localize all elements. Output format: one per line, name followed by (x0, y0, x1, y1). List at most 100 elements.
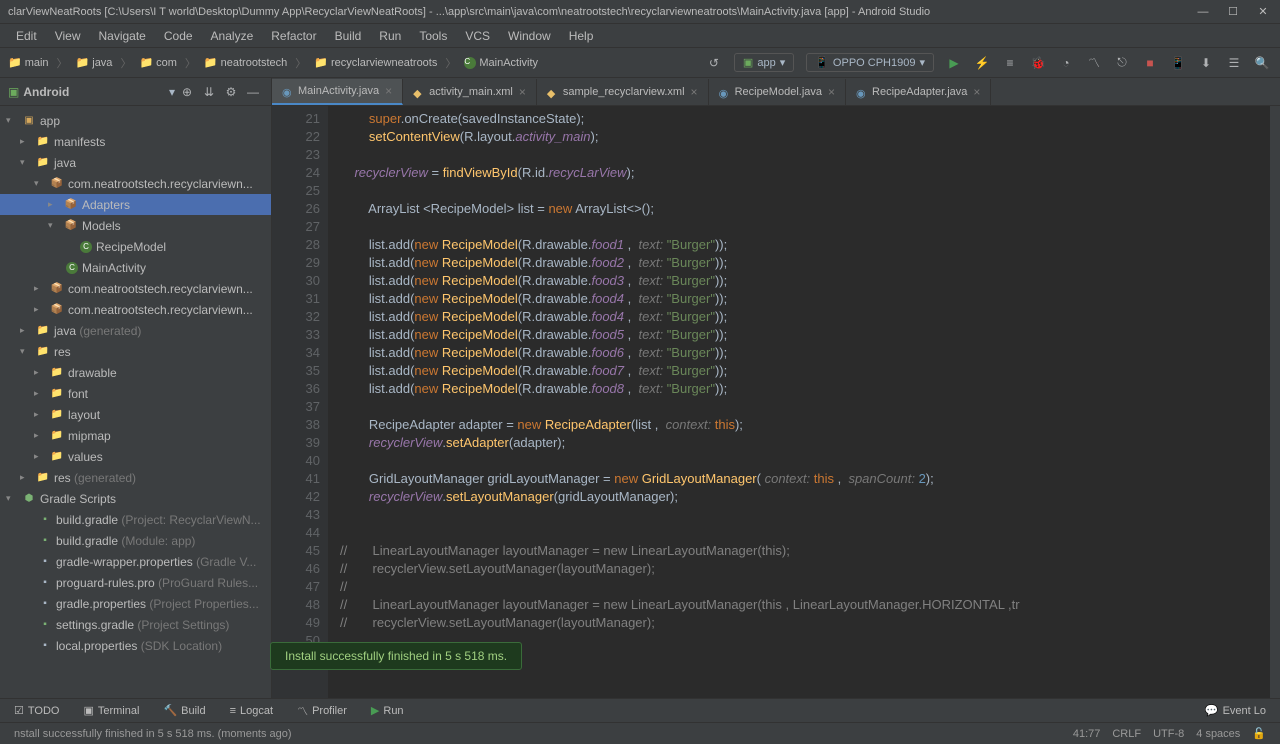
menu-navigate[interactable]: Navigate (90, 27, 153, 45)
tree-manifests[interactable]: ▸📁manifests (0, 131, 271, 152)
menu-vcs[interactable]: VCS (457, 27, 498, 45)
tree-file[interactable]: ▪build.gradle (Project: RecyclarViewN... (0, 509, 271, 530)
folder-icon: 📁 (36, 345, 50, 359)
tab-todo[interactable]: ☑TODO (4, 702, 69, 719)
apply-changes-icon[interactable]: ⚡ (970, 51, 994, 75)
search-icon[interactable]: 🔍 (1250, 51, 1274, 75)
properties-icon: ▪ (38, 597, 52, 611)
menu-code[interactable]: Code (156, 27, 201, 45)
tree-mainactivity[interactable]: CMainActivity (0, 257, 271, 278)
tab-mainactivity[interactable]: ◉MainActivity.java× (272, 79, 403, 105)
menu-view[interactable]: View (47, 27, 89, 45)
stop-icon[interactable]: ■ (1138, 51, 1162, 75)
tree-drawable[interactable]: ▸📁drawable (0, 362, 271, 383)
profiler-icon[interactable]: 〽 (1082, 51, 1106, 75)
tree-models[interactable]: ▾📦Models (0, 215, 271, 236)
sidebar-title[interactable]: Android (23, 85, 169, 99)
editor-area: ◉MainActivity.java× ◆activity_main.xml× … (272, 78, 1280, 698)
tree-res[interactable]: ▾📁res (0, 341, 271, 362)
tab-event-log[interactable]: 💬Event Lo (1195, 702, 1276, 719)
hide-icon[interactable]: — (243, 82, 263, 102)
avd-icon[interactable]: 📱 (1166, 51, 1190, 75)
folder-icon: 📁 (204, 56, 218, 69)
menu-build[interactable]: Build (327, 27, 370, 45)
tree-file[interactable]: ▪build.gradle (Module: app) (0, 530, 271, 551)
tree-gradle-scripts[interactable]: ▾⬢Gradle Scripts (0, 488, 271, 509)
tree-file[interactable]: ▪proguard-rules.pro (ProGuard Rules... (0, 572, 271, 593)
collapse-icon[interactable]: ⇊ (199, 82, 219, 102)
menu-edit[interactable]: Edit (8, 27, 45, 45)
list-icon[interactable]: ≡ (998, 51, 1022, 75)
sync-icon[interactable]: ↺ (702, 51, 726, 75)
target-icon[interactable]: ⊕ (177, 82, 197, 102)
tree-file[interactable]: ▪settings.gradle (Project Settings) (0, 614, 271, 635)
breadcrumb-item[interactable]: 📁java (72, 54, 117, 71)
line-separator[interactable]: CRLF (1112, 728, 1141, 740)
close-icon[interactable]: × (691, 85, 698, 99)
tree-resgen[interactable]: ▸📁res (generated) (0, 467, 271, 488)
indent-setting[interactable]: 4 spaces (1196, 728, 1240, 740)
scrollbar[interactable] (1270, 106, 1280, 698)
tree-package[interactable]: ▸📦com.neatrootstech.recyclarviewn... (0, 299, 271, 320)
close-icon[interactable]: × (519, 85, 526, 99)
breadcrumb-item[interactable]: CMainActivity (460, 55, 542, 71)
tree-javagen[interactable]: ▸📁java (generated) (0, 320, 271, 341)
breadcrumb-item[interactable]: 📁main (4, 54, 53, 71)
sdk-icon[interactable]: ⬇ (1194, 51, 1218, 75)
tree-file[interactable]: ▪gradle-wrapper.properties (Gradle V... (0, 551, 271, 572)
tree-recipemodel[interactable]: CRecipeModel (0, 236, 271, 257)
attach-icon[interactable]: ⎋ (1110, 51, 1134, 75)
debug-icon[interactable]: 🐞 (1026, 51, 1050, 75)
tab-logcat[interactable]: ≡Logcat (220, 703, 283, 719)
tree-package[interactable]: ▸📦com.neatrootstech.recyclarviewn... (0, 278, 271, 299)
breadcrumb-item[interactable]: 📁neatrootstech (200, 54, 291, 71)
close-icon[interactable]: × (973, 85, 980, 99)
folder-icon: 📁 (36, 471, 50, 485)
tree-adapters[interactable]: ▸📦Adapters (0, 194, 271, 215)
tree-font[interactable]: ▸📁font (0, 383, 271, 404)
menu-help[interactable]: Help (561, 27, 602, 45)
tab-activity-main[interactable]: ◆activity_main.xml× (403, 79, 537, 105)
tab-recipeadapter[interactable]: ◉RecipeAdapter.java× (846, 79, 991, 105)
maximize-icon[interactable]: ☐ (1224, 5, 1242, 19)
code-content[interactable]: super.onCreate(savedInstanceState); setC… (328, 106, 1280, 698)
tab-recipemodel[interactable]: ◉RecipeModel.java× (709, 79, 846, 105)
breadcrumb-item[interactable]: 📁recyclarviewneatroots (310, 54, 441, 71)
tree-file[interactable]: ▪local.properties (SDK Location) (0, 635, 271, 656)
tree-mipmap[interactable]: ▸📁mipmap (0, 425, 271, 446)
close-icon[interactable]: × (385, 84, 392, 98)
tree-file[interactable]: ▪gradle.properties (Project Properties..… (0, 593, 271, 614)
tree-app[interactable]: ▾▣app (0, 110, 271, 131)
file-encoding[interactable]: UTF-8 (1153, 728, 1184, 740)
chevron-down-icon[interactable]: ▾ (169, 85, 175, 99)
tab-terminal[interactable]: ▣Terminal (73, 702, 149, 719)
tree-package[interactable]: ▾📦com.neatrootstech.recyclarviewn... (0, 173, 271, 194)
tree-layout[interactable]: ▸📁layout (0, 404, 271, 425)
minimize-icon[interactable]: — (1194, 5, 1212, 19)
close-icon[interactable]: ✕ (1254, 5, 1272, 19)
cursor-position[interactable]: 41:77 (1073, 728, 1101, 740)
menu-tools[interactable]: Tools (411, 27, 455, 45)
tab-profiler[interactable]: 〽Profiler (287, 701, 357, 721)
tab-sample-recyclarview[interactable]: ◆sample_recyclarview.xml× (537, 79, 709, 105)
gradle-icon: ⬢ (22, 492, 36, 506)
tree-values[interactable]: ▸📁values (0, 446, 271, 467)
menu-analyze[interactable]: Analyze (203, 27, 262, 45)
tree-java[interactable]: ▾📁java (0, 152, 271, 173)
breadcrumb-item[interactable]: 📁com (135, 54, 180, 71)
menu-run[interactable]: Run (371, 27, 409, 45)
run-config-selector[interactable]: ▣ app ▾ (734, 53, 794, 72)
tab-build[interactable]: 🔨Build (153, 702, 215, 719)
coverage-icon[interactable]: ◔ (1054, 51, 1078, 75)
run-icon[interactable]: ▶ (942, 51, 966, 75)
project-tree[interactable]: ▾▣app ▸📁manifests ▾📁java ▾📦com.neatroots… (0, 106, 271, 698)
menu-window[interactable]: Window (500, 27, 559, 45)
structure-icon[interactable]: ☰ (1222, 51, 1246, 75)
close-icon[interactable]: × (828, 85, 835, 99)
code-editor[interactable]: 2122232425262728293031323334353637383940… (272, 106, 1280, 698)
gear-icon[interactable]: ⚙ (221, 82, 241, 102)
menu-refactor[interactable]: Refactor (263, 27, 324, 45)
tab-run[interactable]: ▶Run (361, 702, 414, 719)
lock-icon[interactable]: 🔓 (1252, 727, 1266, 740)
device-selector[interactable]: 📱 OPPO CPH1909 ▾ (806, 53, 934, 72)
